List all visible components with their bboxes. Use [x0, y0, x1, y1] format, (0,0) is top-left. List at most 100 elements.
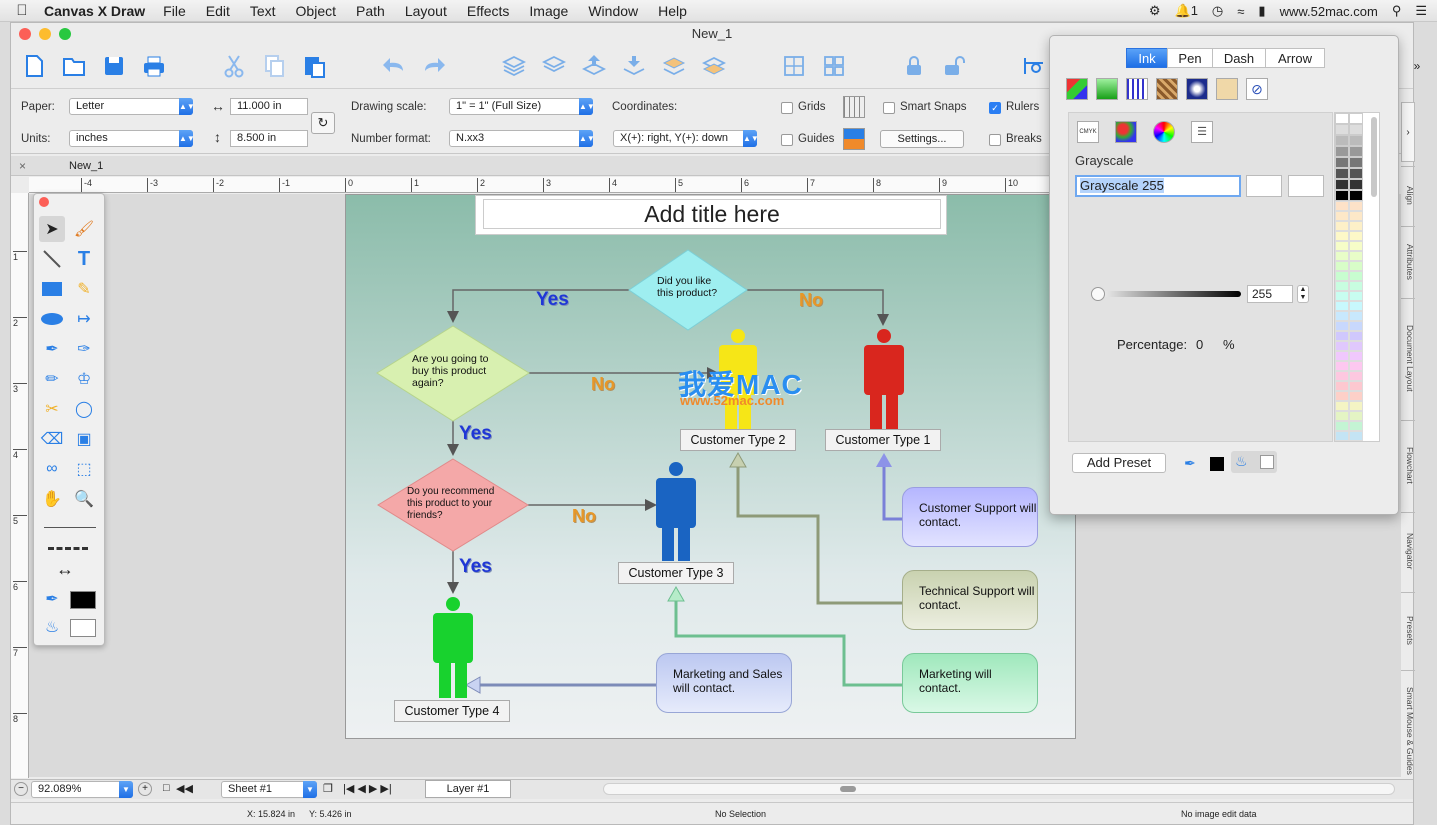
rgb-mode-icon[interactable]	[1115, 121, 1137, 143]
page-icon[interactable]: □	[163, 782, 170, 794]
rulers-checkbox[interactable]: ✓	[989, 102, 1001, 114]
palette-swatch[interactable]	[1335, 381, 1349, 391]
palette-swatch[interactable]	[1335, 271, 1349, 281]
fill-color-swatch[interactable]	[70, 619, 96, 637]
clock-icon[interactable]: ◷	[1212, 3, 1223, 19]
palette-swatch[interactable]	[1349, 331, 1363, 341]
palette-swatch[interactable]	[1335, 113, 1349, 124]
ellipse-tool-icon[interactable]	[39, 306, 65, 332]
value-stepper[interactable]: ▲ ▼	[1297, 285, 1309, 303]
layer-tab[interactable]: Layer #1	[425, 780, 511, 798]
pencil-icon[interactable]: ✎	[71, 276, 97, 302]
menu-list-icon[interactable]: ☰	[1415, 3, 1427, 19]
scrollbar-thumb[interactable]	[840, 786, 856, 792]
marketing-sales-box[interactable]: Marketing and Sales will contact.	[656, 653, 792, 713]
horizontal-ruler[interactable]: -4 -3 -2 -1 0 1 2 3 4 5 6 7 8 9 10	[29, 177, 1051, 193]
menu-image[interactable]: Image	[529, 3, 568, 19]
units-select[interactable]: inches ▲▼	[69, 130, 195, 147]
drawing-scale-select[interactable]: 1" = 1" (Full Size) ▲▼	[449, 98, 595, 115]
bell-icon[interactable]: 🔔1	[1175, 3, 1198, 19]
marker-icon[interactable]: ✏	[39, 366, 65, 392]
hsb-mode-icon[interactable]	[1153, 121, 1175, 143]
pen-color-icon[interactable]: ✒	[39, 586, 65, 612]
grid-settings-icon[interactable]	[843, 96, 865, 118]
mixed-ink-icon[interactable]	[1066, 78, 1088, 100]
palette-swatch[interactable]	[1349, 113, 1363, 124]
palette-swatch[interactable]	[1349, 179, 1363, 190]
palette-swatch[interactable]	[1349, 241, 1363, 251]
tab-dash[interactable]: Dash	[1212, 48, 1266, 68]
close-tab-icon[interactable]: ×	[19, 159, 26, 173]
palette-swatch[interactable]	[1335, 251, 1349, 261]
new-document-icon[interactable]	[19, 51, 49, 81]
palette-swatch[interactable]	[1335, 261, 1349, 271]
settings-button[interactable]: Settings...	[880, 130, 964, 148]
toolbar-overflow-icon[interactable]: »	[1407, 51, 1427, 81]
palette-swatch[interactable]	[1349, 311, 1363, 321]
hand-icon[interactable]: ✋	[39, 486, 65, 512]
ghost-icon[interactable]: ♔	[71, 366, 97, 392]
paper-ink-icon[interactable]	[1216, 78, 1238, 100]
orientation-icon[interactable]: ↻	[311, 112, 335, 134]
rectangle-tool-icon[interactable]	[39, 276, 65, 302]
palette-swatch[interactable]	[1335, 241, 1349, 251]
palette-swatch[interactable]	[1349, 301, 1363, 311]
tab-attributes[interactable]: Attributes	[1401, 226, 1415, 296]
palette-swatch[interactable]	[1349, 146, 1363, 157]
palette-swatch[interactable]	[1335, 291, 1349, 301]
layers-stack-icon[interactable]	[499, 51, 529, 81]
dimension-tool-icon[interactable]: ↦	[71, 306, 97, 332]
menu-file[interactable]: File	[163, 3, 186, 19]
zoom-icon[interactable]: 🔍	[71, 486, 97, 512]
redo-icon[interactable]	[419, 51, 449, 81]
palette-swatch[interactable]	[1349, 341, 1363, 351]
palette-swatch[interactable]	[1335, 281, 1349, 291]
palette-swatch[interactable]	[1335, 231, 1349, 241]
menu-text[interactable]: Text	[250, 3, 276, 19]
battery-icon[interactable]: ▮	[1258, 3, 1265, 19]
coordinates-select[interactable]: X(+): right, Y(+): down ▲▼	[613, 130, 759, 147]
paper-width-field[interactable]: 11.000 in	[230, 98, 308, 115]
menu-object[interactable]: Object	[296, 3, 336, 19]
palette-swatch[interactable]	[1349, 251, 1363, 261]
grayscale-value-field[interactable]: 255	[1247, 285, 1293, 303]
cut-icon[interactable]	[219, 51, 249, 81]
grayscale-slider[interactable]	[1091, 287, 1241, 301]
status-menu-icon[interactable]: ⚙	[1149, 3, 1161, 19]
palette-swatch[interactable]	[1335, 168, 1349, 179]
palette-swatch[interactable]	[1335, 190, 1349, 201]
menu-path[interactable]: Path	[356, 3, 385, 19]
palette-swatch[interactable]	[1335, 361, 1349, 371]
view-icon[interactable]	[1019, 51, 1049, 81]
palette-swatch[interactable]	[1335, 331, 1349, 341]
add-preset-button[interactable]: Add Preset	[1072, 453, 1166, 473]
palette-swatch[interactable]	[1335, 301, 1349, 311]
palette-scrollbar[interactable]	[1371, 117, 1377, 197]
palette-swatch[interactable]	[1335, 135, 1349, 146]
marquee-icon[interactable]: ⬚	[71, 456, 97, 482]
fill-bucket-icon[interactable]: ♨	[39, 614, 65, 640]
palette-swatch[interactable]	[1335, 371, 1349, 381]
palette-swatch[interactable]	[1349, 261, 1363, 271]
tab-presets[interactable]: Presets	[1401, 592, 1415, 668]
palette-swatch[interactable]	[1335, 411, 1349, 421]
tab-align[interactable]: Align	[1401, 166, 1415, 224]
palette-swatch[interactable]	[1349, 321, 1363, 331]
paper-height-field[interactable]: 8.500 in	[230, 130, 308, 147]
tab-flowchart[interactable]: Flowchart	[1401, 420, 1415, 510]
palette-swatch[interactable]	[1335, 124, 1349, 135]
tab-document-layout[interactable]: Document Layout	[1401, 298, 1415, 418]
palette-swatch[interactable]	[1349, 291, 1363, 301]
pen-ink-icon[interactable]: ✒	[1184, 455, 1196, 472]
palette-swatch[interactable]	[1349, 221, 1363, 231]
palette-swatch[interactable]	[1349, 211, 1363, 221]
bring-to-front-icon[interactable]	[659, 51, 689, 81]
tab-pen[interactable]: Pen	[1167, 48, 1213, 68]
palette-swatch[interactable]	[1335, 391, 1349, 401]
menu-layout[interactable]: Layout	[405, 3, 447, 19]
palette-swatch[interactable]	[1335, 157, 1349, 168]
document-page[interactable]: Add title here Did you like this product…	[345, 194, 1076, 739]
save-icon[interactable]	[99, 51, 129, 81]
line-weight-sample[interactable]	[44, 527, 96, 528]
tab-ink[interactable]: Ink	[1126, 48, 1168, 68]
